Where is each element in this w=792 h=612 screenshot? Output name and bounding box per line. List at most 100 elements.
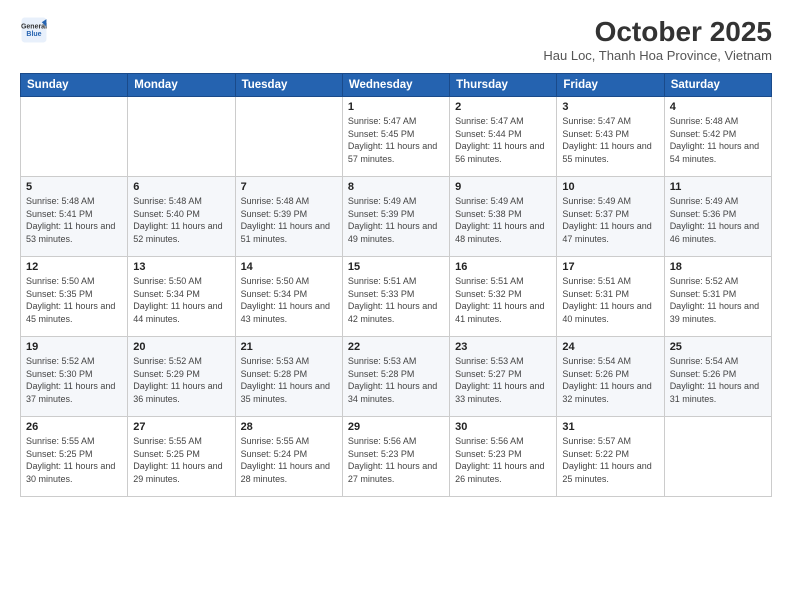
day-cell-27: 27 Sunrise: 5:55 AM Sunset: 5:25 PM Dayli… — [128, 417, 235, 497]
day-info: Sunrise: 5:53 AM Sunset: 5:28 PM Dayligh… — [241, 355, 337, 405]
day-info: Sunrise: 5:52 AM Sunset: 5:31 PM Dayligh… — [670, 275, 766, 325]
svg-text:Blue: Blue — [26, 31, 41, 38]
day-number: 30 — [455, 421, 551, 433]
subtitle: Hau Loc, Thanh Hoa Province, Vietnam — [543, 48, 772, 63]
day-cell-10: 10 Sunrise: 5:49 AM Sunset: 5:37 PM Dayli… — [557, 177, 664, 257]
day-number: 21 — [241, 341, 337, 353]
day-cell-17: 17 Sunrise: 5:51 AM Sunset: 5:31 PM Dayli… — [557, 257, 664, 337]
title-block: October 2025 Hau Loc, Thanh Hoa Province… — [543, 16, 772, 63]
day-cell-14: 14 Sunrise: 5:50 AM Sunset: 5:34 PM Dayli… — [235, 257, 342, 337]
day-info: Sunrise: 5:51 AM Sunset: 5:31 PM Dayligh… — [562, 275, 658, 325]
page: General Blue October 2025 Hau Loc, Thanh… — [0, 0, 792, 612]
day-cell-31: 31Sunrise: 5:57 AM Sunset: 5:22 PM Dayli… — [557, 417, 664, 497]
day-info: Sunrise: 5:57 AM Sunset: 5:22 PM Dayligh… — [562, 435, 658, 485]
day-number: 28 — [241, 421, 337, 433]
empty-cell — [235, 97, 342, 177]
day-cell-20: 20 Sunrise: 5:52 AM Sunset: 5:29 PM Dayli… — [128, 337, 235, 417]
day-info: Sunrise: 5:54 AM Sunset: 5:26 PM Dayligh… — [562, 355, 658, 405]
day-info: Sunrise: 5:48 AM Sunset: 5:41 PM Dayligh… — [26, 195, 122, 245]
day-info: Sunrise: 5:50 AM Sunset: 5:34 PM Dayligh… — [241, 275, 337, 325]
day-number: 24 — [562, 341, 658, 353]
week-row-0: 1Sunrise: 5:47 AM Sunset: 5:45 PM Daylig… — [21, 97, 772, 177]
day-cell-15: 15 Sunrise: 5:51 AM Sunset: 5:33 PM Dayli… — [342, 257, 449, 337]
logo-icon: General Blue — [20, 16, 48, 44]
day-number: 22 — [348, 341, 444, 353]
day-cell-28: 28 Sunrise: 5:55 AM Sunset: 5:24 PM Dayli… — [235, 417, 342, 497]
day-info: Sunrise: 5:53 AM Sunset: 5:27 PM Dayligh… — [455, 355, 551, 405]
day-number: 23 — [455, 341, 551, 353]
day-cell-22: 22 Sunrise: 5:53 AM Sunset: 5:28 PM Dayli… — [342, 337, 449, 417]
col-header-saturday: Saturday — [664, 74, 771, 97]
day-number: 26 — [26, 421, 122, 433]
day-cell-18: 18 Sunrise: 5:52 AM Sunset: 5:31 PM Dayli… — [664, 257, 771, 337]
day-info: Sunrise: 5:49 AM Sunset: 5:37 PM Dayligh… — [562, 195, 658, 245]
day-number: 18 — [670, 261, 766, 273]
day-info: Sunrise: 5:50 AM Sunset: 5:35 PM Dayligh… — [26, 275, 122, 325]
day-number: 20 — [133, 341, 229, 353]
calendar: SundayMondayTuesdayWednesdayThursdayFrid… — [20, 73, 772, 497]
col-header-friday: Friday — [557, 74, 664, 97]
day-number: 14 — [241, 261, 337, 273]
col-header-monday: Monday — [128, 74, 235, 97]
day-number: 15 — [348, 261, 444, 273]
day-info: Sunrise: 5:49 AM Sunset: 5:39 PM Dayligh… — [348, 195, 444, 245]
svg-text:General: General — [21, 23, 47, 30]
empty-cell — [664, 417, 771, 497]
week-row-2: 12 Sunrise: 5:50 AM Sunset: 5:35 PM Dayli… — [21, 257, 772, 337]
day-info: Sunrise: 5:56 AM Sunset: 5:23 PM Dayligh… — [348, 435, 444, 485]
col-header-thursday: Thursday — [450, 74, 557, 97]
day-cell-13: 13Sunrise: 5:50 AM Sunset: 5:34 PM Dayli… — [128, 257, 235, 337]
day-info: Sunrise: 5:51 AM Sunset: 5:32 PM Dayligh… — [455, 275, 551, 325]
day-number: 8 — [348, 181, 444, 193]
day-number: 10 — [562, 181, 658, 193]
day-number: 12 — [26, 261, 122, 273]
day-info: Sunrise: 5:49 AM Sunset: 5:36 PM Dayligh… — [670, 195, 766, 245]
day-cell-16: 16 Sunrise: 5:51 AM Sunset: 5:32 PM Dayli… — [450, 257, 557, 337]
day-number: 27 — [133, 421, 229, 433]
day-info: Sunrise: 5:55 AM Sunset: 5:25 PM Dayligh… — [26, 435, 122, 485]
empty-cell — [21, 97, 128, 177]
day-cell-25: 25 Sunrise: 5:54 AM Sunset: 5:26 PM Dayli… — [664, 337, 771, 417]
day-cell-23: 23 Sunrise: 5:53 AM Sunset: 5:27 PM Dayli… — [450, 337, 557, 417]
col-header-wednesday: Wednesday — [342, 74, 449, 97]
day-info: Sunrise: 5:52 AM Sunset: 5:30 PM Dayligh… — [26, 355, 122, 405]
week-row-1: 5 Sunrise: 5:48 AM Sunset: 5:41 PM Daylig… — [21, 177, 772, 257]
header-row: SundayMondayTuesdayWednesdayThursdayFrid… — [21, 74, 772, 97]
day-info: Sunrise: 5:50 AM Sunset: 5:34 PM Dayligh… — [133, 275, 229, 325]
day-cell-1: 1Sunrise: 5:47 AM Sunset: 5:45 PM Daylig… — [342, 97, 449, 177]
col-header-sunday: Sunday — [21, 74, 128, 97]
day-cell-5: 5 Sunrise: 5:48 AM Sunset: 5:41 PM Daylig… — [21, 177, 128, 257]
day-info: Sunrise: 5:51 AM Sunset: 5:33 PM Dayligh… — [348, 275, 444, 325]
day-number: 6 — [133, 181, 229, 193]
day-number: 17 — [562, 261, 658, 273]
day-info: Sunrise: 5:48 AM Sunset: 5:39 PM Dayligh… — [241, 195, 337, 245]
day-info: Sunrise: 5:53 AM Sunset: 5:28 PM Dayligh… — [348, 355, 444, 405]
day-number: 25 — [670, 341, 766, 353]
day-info: Sunrise: 5:49 AM Sunset: 5:38 PM Dayligh… — [455, 195, 551, 245]
empty-cell — [128, 97, 235, 177]
day-info: Sunrise: 5:54 AM Sunset: 5:26 PM Dayligh… — [670, 355, 766, 405]
day-info: Sunrise: 5:55 AM Sunset: 5:25 PM Dayligh… — [133, 435, 229, 485]
day-number: 7 — [241, 181, 337, 193]
day-cell-4: 4Sunrise: 5:48 AM Sunset: 5:42 PM Daylig… — [664, 97, 771, 177]
day-number: 1 — [348, 101, 444, 113]
day-cell-12: 12 Sunrise: 5:50 AM Sunset: 5:35 PM Dayli… — [21, 257, 128, 337]
day-number: 19 — [26, 341, 122, 353]
day-cell-2: 2Sunrise: 5:47 AM Sunset: 5:44 PM Daylig… — [450, 97, 557, 177]
day-info: Sunrise: 5:55 AM Sunset: 5:24 PM Dayligh… — [241, 435, 337, 485]
header: General Blue October 2025 Hau Loc, Thanh… — [20, 16, 772, 63]
day-info: Sunrise: 5:56 AM Sunset: 5:23 PM Dayligh… — [455, 435, 551, 485]
day-cell-21: 21 Sunrise: 5:53 AM Sunset: 5:28 PM Dayli… — [235, 337, 342, 417]
day-number: 2 — [455, 101, 551, 113]
week-row-3: 19 Sunrise: 5:52 AM Sunset: 5:30 PM Dayli… — [21, 337, 772, 417]
day-info: Sunrise: 5:52 AM Sunset: 5:29 PM Dayligh… — [133, 355, 229, 405]
day-number: 3 — [562, 101, 658, 113]
day-cell-11: 11Sunrise: 5:49 AM Sunset: 5:36 PM Dayli… — [664, 177, 771, 257]
day-cell-24: 24 Sunrise: 5:54 AM Sunset: 5:26 PM Dayli… — [557, 337, 664, 417]
day-number: 5 — [26, 181, 122, 193]
day-number: 16 — [455, 261, 551, 273]
day-cell-8: 8 Sunrise: 5:49 AM Sunset: 5:39 PM Daylig… — [342, 177, 449, 257]
month-title: October 2025 — [543, 16, 772, 48]
logo: General Blue — [20, 16, 52, 44]
day-cell-30: 30 Sunrise: 5:56 AM Sunset: 5:23 PM Dayli… — [450, 417, 557, 497]
